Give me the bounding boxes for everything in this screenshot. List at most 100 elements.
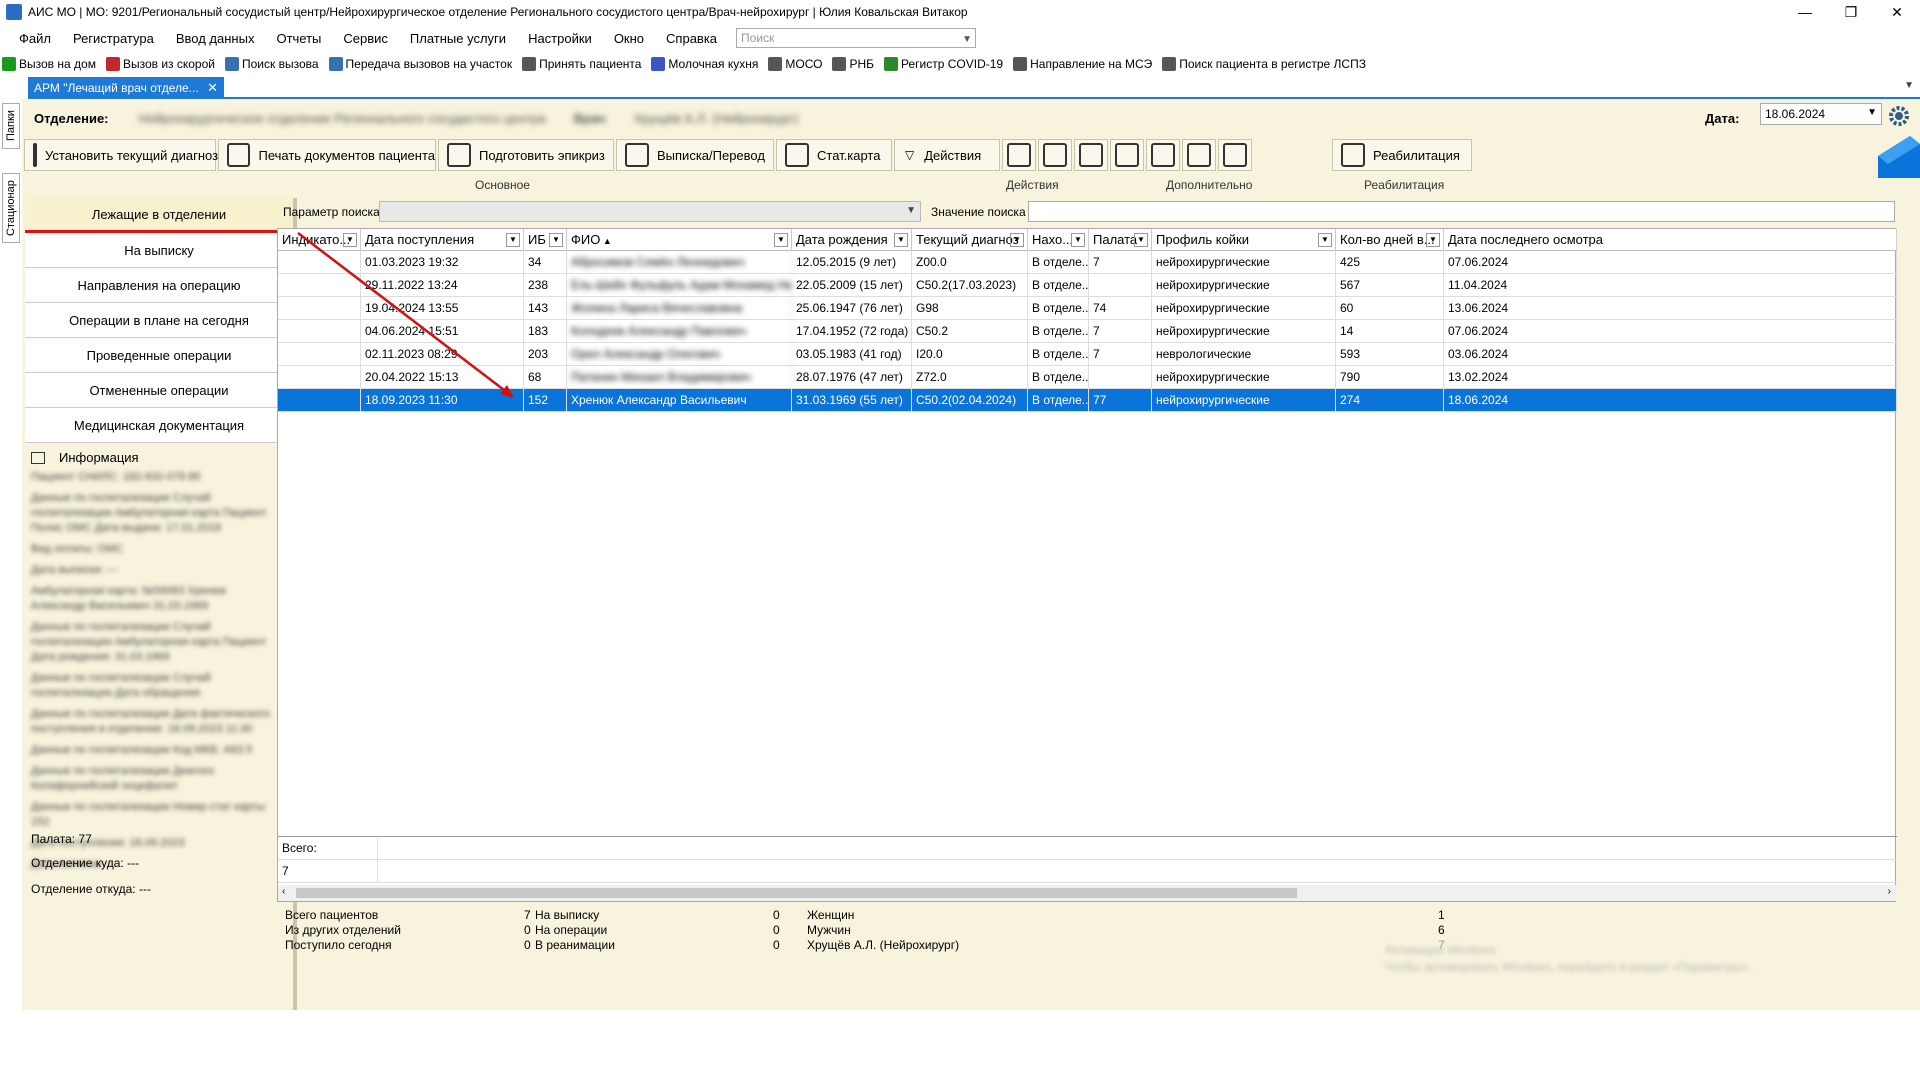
nav-surgeries-done[interactable]: Проведенные операции — [25, 338, 293, 373]
print-documents-button[interactable]: Печать документов пациента — [218, 139, 436, 171]
nav-medical-documents[interactable]: Медицинская документация — [25, 408, 293, 443]
column-filter-icon[interactable]: ▼ — [774, 233, 788, 247]
table-row[interactable]: 18.09.2023 11:30 152 Хренюк Александр Васи… — [278, 389, 1897, 412]
table-cell: Хренюк Александр Васильевич — [567, 389, 792, 412]
column-filter-icon[interactable]: ▼ — [549, 233, 563, 247]
nav-discharge[interactable]: На выписку — [25, 233, 293, 268]
quick-search-call-button[interactable]: Поиск вызова — [224, 57, 319, 71]
side-tab-folders[interactable]: Папки — [2, 103, 20, 149]
column-header[interactable]: ФИО ▲ ▼ — [567, 229, 792, 251]
column-filter-icon[interactable]: ▼ — [343, 233, 357, 247]
menu-data-entry[interactable]: Ввод данных — [165, 31, 266, 46]
scroll-left-icon[interactable]: ‹ — [282, 886, 285, 897]
extra-tool-3-button[interactable] — [1074, 139, 1108, 171]
column-filter-icon[interactable]: ▼ — [1010, 233, 1024, 247]
quick-mse-referral-button[interactable]: Направление на МСЭ — [1013, 57, 1152, 71]
column-header[interactable]: Профиль койки ▼ — [1152, 229, 1336, 251]
quick-ambulance-call-button[interactable]: Вызов из скорой — [105, 57, 215, 71]
extra-tool-2-button[interactable] — [1038, 139, 1072, 171]
column-header[interactable]: Палата ▼ — [1089, 229, 1152, 251]
quick-covid-button[interactable]: Регистр COVID-19 — [884, 57, 1003, 71]
scroll-right-icon[interactable]: › — [1888, 886, 1891, 897]
menu-settings[interactable]: Настройки — [517, 31, 603, 46]
minimize-button[interactable]: — — [1782, 0, 1828, 24]
menu-service[interactable]: Сервис — [332, 31, 399, 46]
column-header[interactable]: Текущий диагноз ▼ — [912, 229, 1028, 251]
menu-reports[interactable]: Отчеты — [265, 31, 332, 46]
discharge-transfer-button[interactable]: Выписка/Перевод — [616, 139, 774, 171]
gear-icon[interactable] — [1886, 103, 1912, 129]
quick-accept-patient-button[interactable]: Принять пациента — [522, 57, 641, 71]
column-header[interactable]: Нахо... ▼ — [1028, 229, 1089, 251]
column-filter-icon[interactable]: ▼ — [506, 233, 520, 247]
table-row[interactable]: 02.11.2023 08:29 203 Орел Александр Олегов… — [278, 343, 1897, 366]
horizontal-scrollbar[interactable]: ‹ › — [278, 885, 1897, 901]
column-header[interactable]: Индикато... ▼ — [278, 229, 361, 251]
quick-lspz-search-button[interactable]: Поиск пациента в регистре ЛСПЗ — [1162, 57, 1366, 71]
table-row[interactable]: 19.04.2024 13:55 143 Жолина Лариса Вячесла… — [278, 297, 1897, 320]
menu-help[interactable]: Справка — [655, 31, 728, 46]
column-filter-icon[interactable]: ▼ — [1134, 233, 1148, 247]
table-cell: 238 — [524, 274, 567, 297]
extra-tool-7-button[interactable] — [1218, 139, 1252, 171]
menu-window[interactable]: Окно — [603, 31, 655, 46]
date-picker[interactable]: 18.06.2024 ▼ — [1760, 103, 1882, 125]
rehab-walker-icon — [1341, 143, 1365, 167]
stat-card-button[interactable]: Стат.карта — [776, 139, 892, 171]
table-row[interactable]: 04.06.2024 15:51 183 Колодеев Александр Па… — [278, 320, 1897, 343]
table-row[interactable]: 29.11.2022 13:24 238 Ель-Шейх Фульфуль Ада… — [278, 274, 1897, 297]
table-cell: Жолина Лариса Вячеславовна — [567, 297, 792, 320]
column-filter-icon[interactable]: ▼ — [1426, 233, 1440, 247]
table-cell: 22.05.2009 (15 лет) — [792, 274, 912, 297]
menu-search-input[interactable]: Поиск ▼ — [736, 28, 977, 48]
calendar-dropdown-icon[interactable]: ▼ — [1867, 107, 1877, 118]
actions-dropdown-button[interactable]: ▽ Действия — [894, 139, 1000, 171]
menu-file[interactable]: Файл — [8, 31, 62, 46]
quick-rnb-button[interactable]: РНБ — [832, 57, 874, 71]
column-filter-icon[interactable]: ▼ — [1318, 233, 1332, 247]
accept-patient-icon — [522, 57, 537, 71]
column-header[interactable]: Дата рождения ▼ — [792, 229, 912, 251]
column-header[interactable]: Дата последнего осмотра — [1444, 229, 1897, 251]
table-cell: 790 — [1336, 366, 1444, 389]
table-cell: 19.04.2024 13:55 — [361, 297, 524, 320]
tab-scroll-icon[interactable]: ▼ — [1904, 80, 1914, 91]
close-window-button[interactable]: ✕ — [1874, 0, 1920, 24]
prepare-epicrisis-button[interactable]: Подготовить эпикриз — [438, 139, 614, 171]
search-value-input[interactable] — [1028, 201, 1895, 222]
search-param-select[interactable]: ▼ — [379, 201, 921, 222]
menu-registry[interactable]: Регистратура — [62, 31, 165, 46]
extra-tool-5-button[interactable] — [1146, 139, 1180, 171]
menu-paid-services[interactable]: Платные услуги — [399, 31, 517, 46]
quick-house-call-button[interactable]: Вызов на дом — [2, 57, 96, 71]
column-filter-icon[interactable]: ▼ — [894, 233, 908, 247]
column-filter-icon[interactable]: ▼ — [1071, 233, 1085, 247]
side-tab-hospital[interactable]: Стационар — [2, 173, 20, 243]
quick-transfer-call-button[interactable]: Передача вызовов на участок — [328, 57, 512, 71]
nav-in-department[interactable]: Лежащие в отделении — [25, 198, 293, 233]
nav-surgeries-cancelled[interactable]: Отмененные операции — [25, 373, 293, 408]
table-row[interactable]: 01.03.2023 19:32 34 Абросимов Семён Леонид… — [278, 251, 1897, 274]
group-extra-label: Дополнительно — [1166, 178, 1253, 192]
close-tab-icon[interactable]: ✕ — [207, 80, 218, 96]
summary-icu: 0 — [773, 938, 780, 952]
set-diagnosis-button[interactable]: Установить текущий диагноз — [24, 139, 218, 171]
extra-tool-6-button[interactable] — [1182, 139, 1216, 171]
table-cell: 18.09.2023 11:30 — [361, 389, 524, 412]
quick-milk-kitchen-button[interactable]: Молочная кухня — [651, 57, 758, 71]
rehab-button[interactable]: Реабилитация — [1332, 139, 1472, 171]
column-header[interactable]: Кол-во дней в... ▼ — [1336, 229, 1444, 251]
nav-surgeries-today[interactable]: Операции в плане на сегодня — [25, 303, 293, 338]
scrollbar-thumb[interactable] — [296, 888, 1297, 898]
quick-moso-button[interactable]: МОСО — [768, 57, 822, 71]
column-header[interactable]: Дата поступления ▼ — [361, 229, 524, 251]
table-cell — [278, 366, 361, 389]
table-row[interactable]: 20.04.2022 15:13 68 Патанин Михаил Владими… — [278, 366, 1897, 389]
column-header[interactable]: ИБ ▼ — [524, 229, 567, 251]
extra-tool-4-button[interactable] — [1110, 139, 1144, 171]
extra-tool-1-button[interactable] — [1002, 139, 1036, 171]
restore-button[interactable]: ❐ — [1828, 0, 1874, 24]
tab-arm-doctor[interactable]: АРМ "Лечащий врач отделе... ✕ — [28, 77, 224, 99]
table-cell: 01.03.2023 19:32 — [361, 251, 524, 274]
nav-surgery-referrals[interactable]: Направления на операцию — [25, 268, 293, 303]
